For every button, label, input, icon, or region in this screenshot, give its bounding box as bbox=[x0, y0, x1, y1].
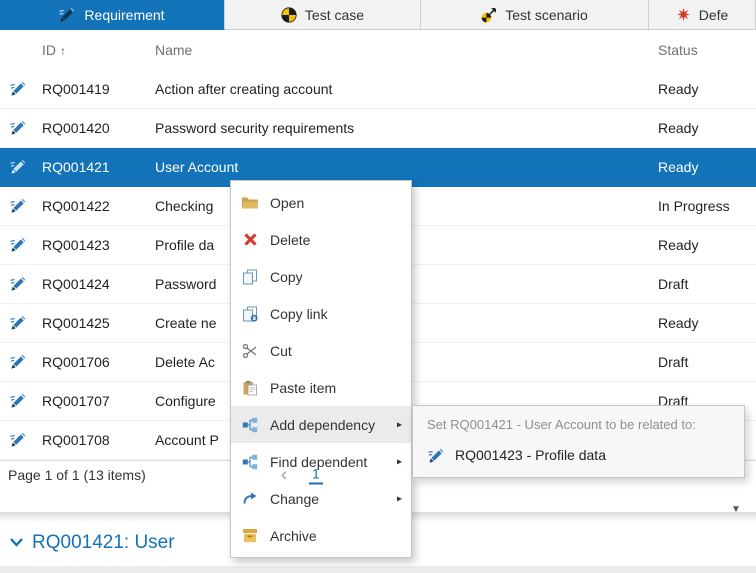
row-name: Password security requirements bbox=[155, 120, 354, 136]
row-name: Create ne bbox=[155, 315, 216, 331]
menu-item-archive[interactable]: Archive bbox=[231, 517, 411, 554]
requirement-pencil-icon bbox=[59, 6, 76, 23]
row-status: Draft bbox=[658, 276, 688, 292]
submenu-arrow-icon: ▸ bbox=[397, 493, 402, 504]
requirement-pencil-icon bbox=[10, 392, 27, 412]
table-row[interactable]: RQ001420 Password security requirements … bbox=[0, 109, 756, 148]
row-id: RQ001420 bbox=[42, 120, 110, 136]
row-name: User Account bbox=[155, 159, 238, 175]
copy-icon bbox=[241, 268, 259, 286]
row-id: RQ001424 bbox=[42, 276, 110, 292]
menu-item-label: Copy link bbox=[270, 306, 328, 322]
context-menu: Open Delete Copy Copy link Cut Paste ite… bbox=[230, 180, 412, 558]
tab-defects[interactable]: Defe bbox=[649, 0, 756, 30]
scissors-icon bbox=[241, 342, 259, 360]
requirement-pencil-icon bbox=[10, 314, 27, 334]
menu-item-label: Delete bbox=[270, 232, 310, 248]
tab-bar: Requirement Test case Test scenario Defe bbox=[0, 0, 756, 30]
tab-requirement[interactable]: Requirement bbox=[0, 0, 225, 30]
row-status: Ready bbox=[658, 159, 698, 175]
row-id: RQ001706 bbox=[42, 354, 110, 370]
row-id: RQ001421 bbox=[42, 159, 110, 175]
requirement-pencil-icon bbox=[10, 80, 27, 100]
menu-item-cut[interactable]: Cut bbox=[231, 332, 411, 369]
column-header-name[interactable]: Name bbox=[155, 42, 192, 58]
requirement-pencil-icon bbox=[10, 275, 27, 295]
add-dependency-icon bbox=[241, 416, 259, 434]
app-window: Requirement Test case Test scenario Defe… bbox=[0, 0, 756, 573]
row-id: RQ001707 bbox=[42, 393, 110, 409]
requirement-pencil-icon bbox=[10, 431, 27, 451]
horizontal-scrollbar[interactable] bbox=[0, 566, 756, 573]
menu-item-copy[interactable]: Copy bbox=[231, 258, 411, 295]
row-name: Account P bbox=[155, 432, 219, 448]
row-id: RQ001708 bbox=[42, 432, 110, 448]
paste-icon bbox=[241, 379, 259, 397]
pager-prev-icon[interactable]: ‹ bbox=[281, 465, 287, 486]
chevron-down-icon bbox=[10, 534, 23, 552]
tab-label: Requirement bbox=[84, 7, 164, 23]
grid-header: ID↑ Name Status bbox=[0, 30, 756, 71]
pager-summary: Page 1 of 1 (13 items) bbox=[8, 467, 146, 483]
menu-item-paste-item[interactable]: Paste item bbox=[231, 369, 411, 406]
column-header-id[interactable]: ID↑ bbox=[42, 42, 66, 58]
row-id: RQ001423 bbox=[42, 237, 110, 253]
submenu-arrow-icon: ▸ bbox=[397, 419, 402, 430]
test-scenario-icon bbox=[481, 7, 497, 23]
menu-item-label: Open bbox=[270, 195, 304, 211]
menu-item-label: Change bbox=[270, 491, 319, 507]
pager-page-1[interactable]: 1 bbox=[309, 466, 323, 485]
row-status: Ready bbox=[658, 120, 698, 136]
menu-item-add-dependency[interactable]: Add dependency ▸ bbox=[231, 406, 411, 443]
menu-item-delete[interactable]: Delete bbox=[231, 221, 411, 258]
tab-label: Test case bbox=[305, 7, 364, 23]
sort-ascending-icon: ↑ bbox=[60, 44, 66, 58]
change-arrow-icon bbox=[241, 490, 259, 508]
column-header-status[interactable]: Status bbox=[658, 42, 698, 58]
menu-item-open[interactable]: Open bbox=[231, 184, 411, 221]
defect-star-icon bbox=[676, 7, 691, 22]
menu-item-label: Archive bbox=[270, 528, 317, 544]
row-id: RQ001419 bbox=[42, 81, 110, 97]
folder-open-icon bbox=[241, 194, 259, 212]
row-name: Password bbox=[155, 276, 216, 292]
row-status: Ready bbox=[658, 237, 698, 253]
tab-label: Defe bbox=[699, 7, 729, 23]
row-name: Configure bbox=[155, 393, 216, 409]
requirement-pencil-icon bbox=[10, 236, 27, 256]
tab-label: Test scenario bbox=[505, 7, 587, 23]
row-name: Action after creating account bbox=[155, 81, 332, 97]
delete-x-icon bbox=[241, 231, 259, 249]
row-status: Draft bbox=[658, 354, 688, 370]
tab-test-scenario[interactable]: Test scenario bbox=[421, 0, 649, 30]
menu-item-copy-link[interactable]: Copy link bbox=[231, 295, 411, 332]
row-status: In Progress bbox=[658, 198, 730, 214]
row-name: Delete Ac bbox=[155, 354, 215, 370]
menu-item-label: Paste item bbox=[270, 380, 336, 396]
menu-item-label: Cut bbox=[270, 343, 292, 359]
detail-title: RQ001421: User bbox=[32, 532, 175, 554]
row-status: Ready bbox=[658, 81, 698, 97]
menu-item-label: Copy bbox=[270, 269, 303, 285]
requirement-pencil-icon bbox=[10, 158, 27, 178]
row-name: Profile da bbox=[155, 237, 214, 253]
tab-test-case[interactable]: Test case bbox=[225, 0, 421, 30]
archive-box-icon bbox=[241, 527, 259, 545]
row-id: RQ001425 bbox=[42, 315, 110, 331]
copy-link-icon bbox=[241, 305, 259, 323]
requirement-pencil-icon bbox=[10, 353, 27, 373]
requirement-pencil-icon bbox=[10, 119, 27, 139]
table-row[interactable]: RQ001419 Action after creating account R… bbox=[0, 70, 756, 109]
row-status: Ready bbox=[658, 315, 698, 331]
row-name: Checking bbox=[155, 198, 213, 214]
requirement-pencil-icon bbox=[10, 197, 27, 217]
submenu-header: Set RQ001421 - User Account to be relate… bbox=[413, 406, 744, 441]
row-id: RQ001422 bbox=[42, 198, 110, 214]
detail-panel-header[interactable]: RQ001421: User bbox=[10, 532, 175, 554]
menu-item-label: Add dependency bbox=[270, 417, 375, 433]
panel-collapse-arrow-icon[interactable]: ▼ bbox=[731, 504, 741, 515]
crash-dummy-icon bbox=[281, 7, 297, 23]
